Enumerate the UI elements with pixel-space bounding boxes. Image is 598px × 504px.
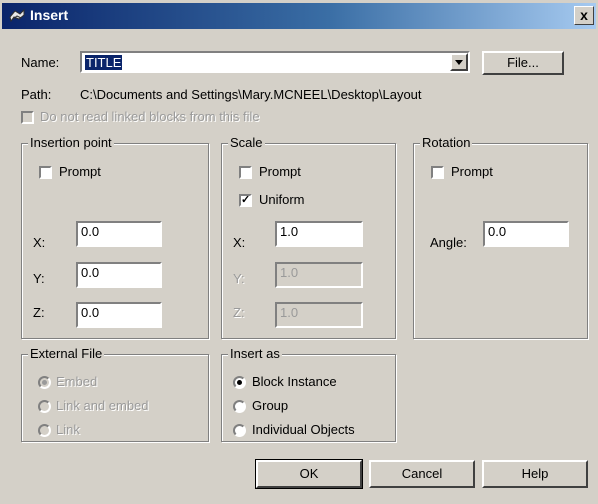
insertion-z-input[interactable]: 0.0 (76, 302, 162, 328)
angle-label: Angle: (430, 235, 467, 250)
path-label: Path: (21, 87, 52, 102)
link-and-embed-radio[interactable] (38, 400, 51, 413)
linked-blocks-checkbox[interactable] (21, 111, 34, 124)
insert-dialog: Insert x Name: TITLE File... Path: C:\Do… (0, 0, 598, 504)
scale-x-input[interactable]: 1.0 (275, 221, 363, 247)
group-label: Group (252, 398, 289, 413)
individual-objects-radio[interactable] (233, 424, 246, 437)
individual-objects-label: Individual Objects (252, 422, 355, 437)
block-instance-radio[interactable] (233, 376, 246, 389)
uniform-checkbox[interactable]: ✓ (239, 194, 252, 207)
path-value: C:\Documents and Settings\Mary.MCNEEL\De… (80, 87, 422, 102)
scale-y-label: Y: (233, 271, 245, 286)
insertion-y-input[interactable]: 0.0 (76, 262, 162, 288)
angle-input[interactable]: 0.0 (483, 221, 569, 247)
link-label: Link (56, 422, 80, 437)
insertion-y-label: Y: (33, 271, 45, 286)
chevron-down-icon (455, 60, 463, 65)
scale-z-input[interactable]: 1.0 (275, 302, 363, 328)
insertion-prompt-label: Prompt (59, 164, 101, 179)
rotation-prompt-label: Prompt (451, 164, 493, 179)
uniform-label: Uniform (259, 192, 305, 207)
title-bar[interactable]: Insert x (2, 3, 596, 29)
cancel-button[interactable]: Cancel (369, 460, 475, 488)
name-combobox[interactable]: TITLE (80, 51, 470, 73)
embed-label: Embed (56, 374, 98, 389)
scale-title: Scale (228, 135, 265, 150)
name-dropdown-button[interactable] (450, 53, 468, 71)
help-button[interactable]: Help (482, 460, 588, 488)
group-radio[interactable] (233, 400, 246, 413)
name-label: Name: (21, 55, 60, 70)
insert-block-icon (9, 8, 25, 23)
insertion-x-input[interactable]: 0.0 (76, 221, 162, 247)
scale-y-input[interactable]: 1.0 (275, 262, 363, 288)
ok-button[interactable]: OK (255, 459, 363, 489)
insertion-x-label: X: (33, 235, 46, 250)
embed-radio[interactable] (38, 376, 51, 389)
link-radio[interactable] (38, 424, 51, 437)
close-button[interactable]: x (574, 6, 594, 25)
scale-z-label: Z: (233, 305, 245, 320)
external-file-title: External File (28, 346, 105, 361)
scale-x-label: X: (233, 235, 246, 250)
block-instance-label: Block Instance (252, 374, 337, 389)
insert-as-title: Insert as (228, 346, 282, 361)
insertion-prompt-checkbox[interactable] (39, 166, 52, 179)
insertion-point-title: Insertion point (28, 135, 114, 150)
linked-blocks-label: Do not read linked blocks from this file (40, 109, 260, 124)
name-value: TITLE (85, 55, 123, 70)
scale-prompt-checkbox[interactable] (239, 166, 252, 179)
scale-prompt-label: Prompt (259, 164, 301, 179)
close-icon: x (580, 7, 588, 23)
rotation-title: Rotation (420, 135, 473, 150)
insertion-z-label: Z: (33, 305, 45, 320)
file-button[interactable]: File... (482, 51, 564, 75)
link-and-embed-label: Link and embed (56, 398, 149, 413)
window-title: Insert (30, 7, 69, 23)
rotation-prompt-checkbox[interactable] (431, 166, 444, 179)
